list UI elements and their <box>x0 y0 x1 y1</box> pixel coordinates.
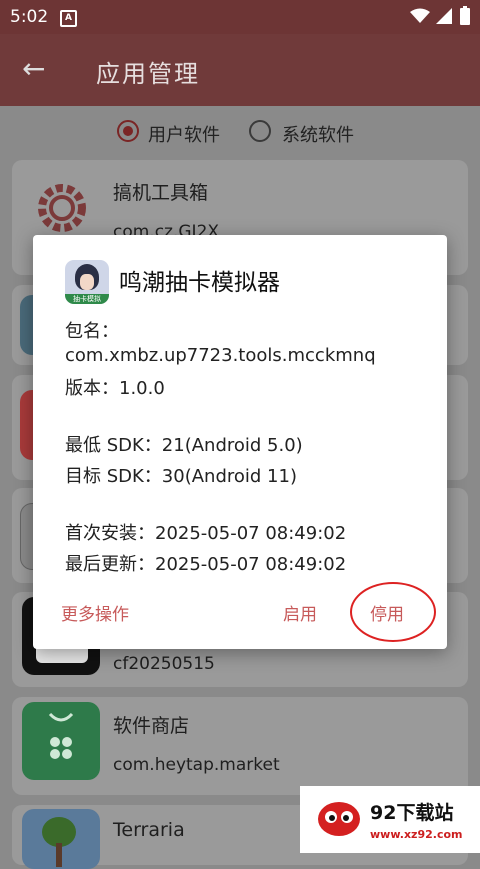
last-update-info: 最后更新：2025-05-07 08:49:02 <box>65 554 347 575</box>
radio-system-label: 系统软件 <box>282 125 354 146</box>
more-actions-button[interactable]: 更多操作 <box>61 600 129 625</box>
watermark-text: 92下载站 <box>370 802 454 824</box>
page-title: 应用管理 <box>96 60 200 88</box>
battery-icon <box>460 6 470 25</box>
app-package: cf20250515 <box>113 654 215 674</box>
signal-icon <box>436 8 452 24</box>
app-name: Terraria <box>113 819 185 841</box>
notification-icon: A <box>60 10 77 27</box>
dialog-title: 鸣潮抽卡模拟器 <box>119 270 280 296</box>
wifi-icon <box>410 8 430 23</box>
app-icon: 抽卡模拟 <box>65 260 109 304</box>
status-bar: 5:02 A <box>0 0 480 34</box>
first-install-info: 首次安装：2025-05-07 08:49:02 <box>65 523 347 544</box>
store-bag-icon <box>22 702 100 780</box>
mascot-logo-icon <box>318 802 360 836</box>
terraria-icon <box>22 809 100 869</box>
radio-user-label: 用户软件 <box>148 125 220 146</box>
watermark-url: www.xz92.com <box>370 828 463 841</box>
min-sdk-info: 最低 SDK：21(Android 5.0) <box>65 435 303 456</box>
radio-user-apps[interactable] <box>117 120 139 142</box>
target-sdk-info: 目标 SDK：30(Android 11) <box>65 466 297 487</box>
app-name: 软件商店 <box>113 715 190 737</box>
app-package: com.heytap.market <box>113 755 280 775</box>
app-bar: ← 应用管理 <box>0 34 480 106</box>
package-label: 包名： <box>65 321 119 342</box>
gear-icon <box>38 184 86 232</box>
app-name: 搞机工具箱 <box>113 182 209 204</box>
app-info-dialog: 抽卡模拟 鸣潮抽卡模拟器 包名： com.xmbz.up7723.tools.m… <box>33 235 447 649</box>
version-info: 版本：1.0.0 <box>65 378 165 399</box>
package-name: com.xmbz.up7723.tools.mcckmnq <box>65 345 376 366</box>
watermark: 92下载站 www.xz92.com <box>300 786 480 853</box>
highlight-circle <box>350 582 436 642</box>
status-time: 5:02 <box>10 7 49 27</box>
app-type-filter: 用户软件 系统软件 <box>0 120 480 148</box>
back-arrow-icon[interactable]: ← <box>22 52 45 85</box>
enable-button[interactable]: 启用 <box>283 600 317 625</box>
app-icon-caption: 抽卡模拟 <box>73 295 101 303</box>
radio-system-apps[interactable] <box>249 120 271 142</box>
app-card[interactable]: 软件商店 com.heytap.market <box>12 697 468 795</box>
